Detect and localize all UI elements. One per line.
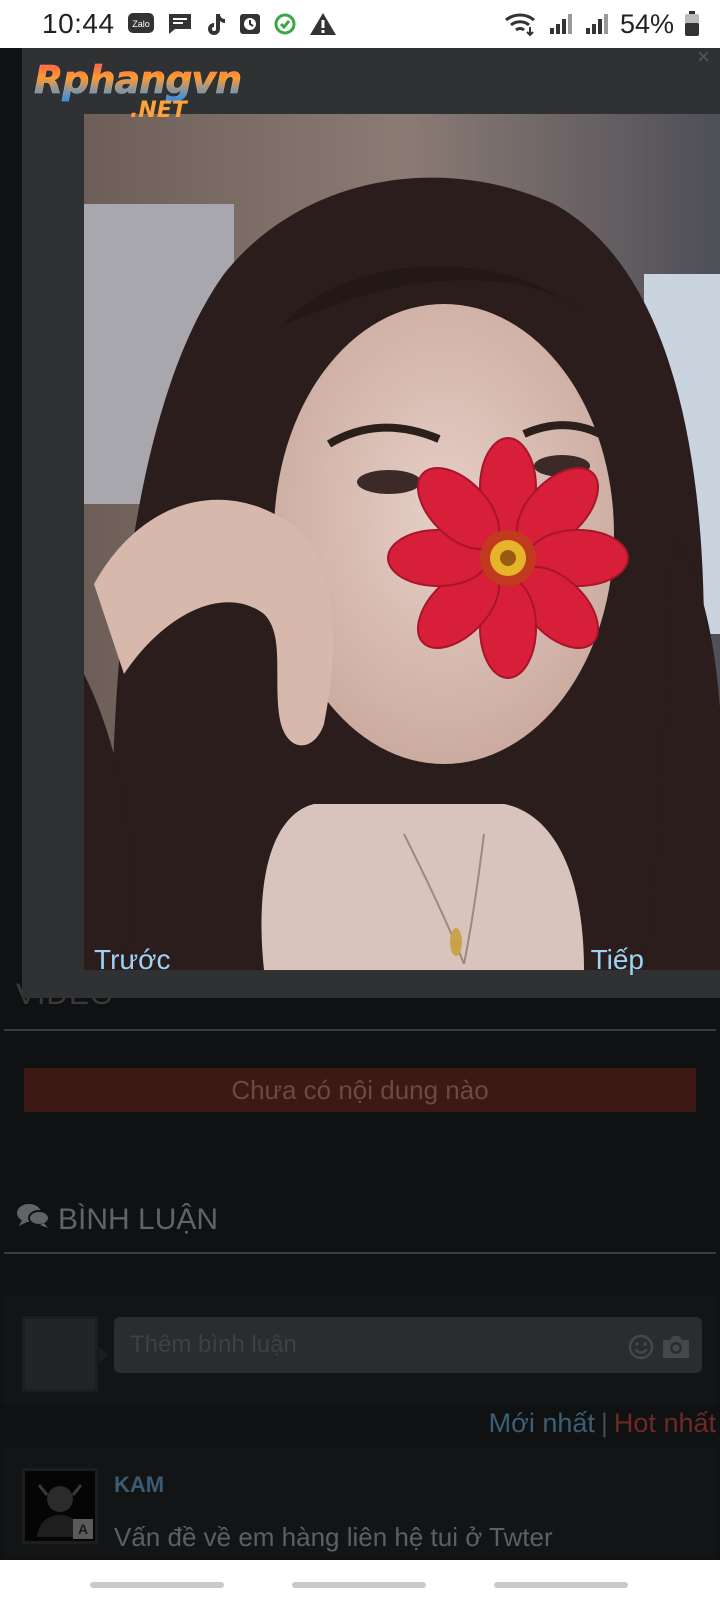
- lightbox-navigation: Trước Tiếp: [22, 922, 720, 998]
- zalo-icon: Zalo: [127, 12, 155, 36]
- next-button[interactable]: Tiếp: [591, 944, 644, 976]
- status-bar: 10:44 Zalo 54%: [0, 0, 720, 48]
- commenter-avatar[interactable]: A: [22, 1468, 98, 1544]
- emoji-icon[interactable]: [628, 1334, 654, 1360]
- gesture-nav-bar: [0, 1560, 720, 1600]
- commenter-badge: A: [73, 1519, 93, 1539]
- nav-pill-right[interactable]: [494, 1582, 628, 1588]
- battery-icon: [684, 11, 700, 37]
- nav-pill-left[interactable]: [90, 1582, 224, 1588]
- signal-icon-2: [584, 12, 610, 36]
- nav-pill-home[interactable]: [292, 1582, 426, 1588]
- comment-text: Vấn đề về em hàng liên hệ tui ở Twter: [114, 1522, 553, 1552]
- screen: 10:44 Zalo 54% Chưa có nội dung nào BÌNH…: [0, 0, 720, 1600]
- status-right: 54%: [504, 9, 700, 40]
- comment-input[interactable]: [114, 1317, 702, 1373]
- divider: [4, 1252, 716, 1254]
- empty-content-banner: Chưa có nội dung nào: [24, 1068, 696, 1112]
- lightbox-photo: [84, 114, 720, 970]
- comments-heading-label: BÌNH LUẬN: [58, 1203, 219, 1236]
- battery-percent: 54%: [619, 8, 674, 39]
- avatar: [22, 1316, 109, 1392]
- sync-icon: [273, 12, 297, 36]
- comments-heading: BÌNH LUẬN: [16, 1202, 218, 1238]
- tiktok-icon: [205, 12, 227, 36]
- notification-icons: Zalo: [127, 12, 337, 36]
- divider: [4, 1029, 716, 1031]
- sort-separator: |: [600, 1408, 608, 1438]
- previous-button[interactable]: Trước: [94, 944, 171, 976]
- status-time: 10:44: [42, 8, 115, 39]
- svg-text:Zalo: Zalo: [132, 19, 150, 29]
- logo-wordmark: Rphangvn: [34, 58, 243, 103]
- image-lightbox: ×: [22, 44, 720, 998]
- clock-app-icon: [239, 12, 261, 36]
- site-logo: Rphangvn .NET: [34, 58, 243, 123]
- sort-newest-tab[interactable]: Mới nhất: [489, 1408, 595, 1439]
- commenter-name[interactable]: KAM: [114, 1472, 164, 1498]
- signal-icon-1: [548, 12, 574, 36]
- wifi-icon: [504, 11, 538, 37]
- comments-icon: [16, 1202, 50, 1238]
- message-icon: [167, 12, 193, 36]
- warning-icon: [309, 12, 337, 36]
- logo-domain: .NET: [130, 98, 187, 123]
- comment-sort-tabs: Mới nhất | Hot nhất: [489, 1408, 716, 1439]
- camera-icon[interactable]: [660, 1333, 692, 1361]
- sort-hot-tab[interactable]: Hot nhất: [614, 1408, 716, 1439]
